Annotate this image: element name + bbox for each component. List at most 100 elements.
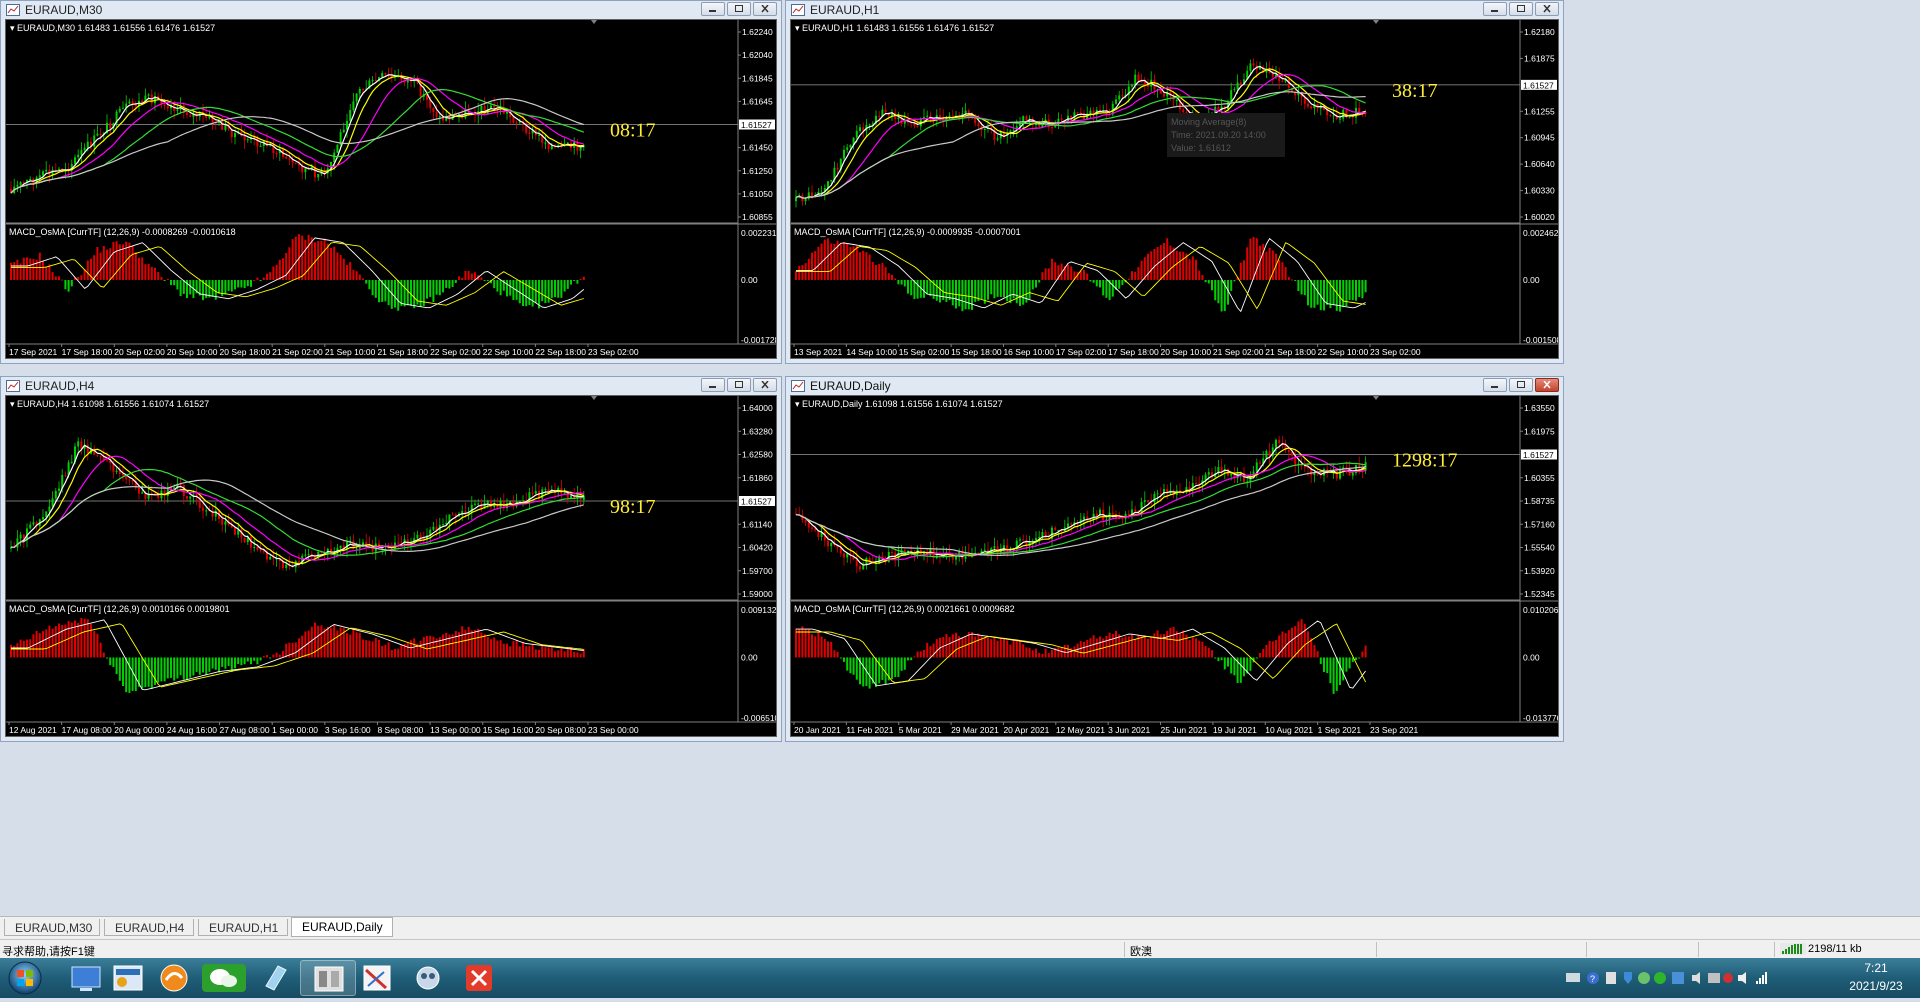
taskbar-app-paint[interactable] [350, 960, 406, 996]
close-button[interactable] [1535, 2, 1559, 16]
macd-bar [275, 652, 278, 658]
macd-bar [1137, 267, 1140, 280]
macd-bar [1188, 639, 1191, 658]
macd-bar [502, 643, 505, 658]
macd-bar [964, 636, 967, 658]
chart-area[interactable]: ▾ EURAUD,M30 1.61483 1.61556 1.61476 1.6… [5, 19, 777, 359]
macd-bar [122, 657, 124, 686]
window-titlebar[interactable]: EURAUD,H1 [786, 1, 1563, 19]
macd-bar [522, 641, 524, 658]
macd-bar [534, 649, 537, 658]
clock-date[interactable]: 2021/9/23 [1836, 979, 1916, 993]
macd-bar [13, 262, 16, 280]
price-label: 1.62180 [1524, 27, 1555, 37]
minimize-button[interactable] [1483, 2, 1507, 16]
current-price-label: 1.61527 [741, 497, 772, 507]
start-button[interactable] [5, 960, 45, 996]
candle-body [1236, 82, 1239, 90]
chart-area[interactable]: ▾ EURAUD,H1 1.61483 1.61556 1.61476 1.61… [790, 19, 1559, 359]
maximize-button[interactable] [1509, 378, 1533, 392]
tab-euraud-h1[interactable]: EURAUD,H1 [198, 919, 288, 936]
close-button[interactable] [1535, 378, 1559, 392]
window-titlebar[interactable]: EURAUD,M30 [1, 1, 781, 19]
minimize-button[interactable] [1483, 378, 1507, 392]
macd-bar [102, 245, 105, 280]
tab-euraud-m30[interactable]: EURAUD,M30 [4, 919, 100, 936]
maximize-button[interactable] [1509, 2, 1533, 16]
candle-body [878, 115, 881, 117]
ma-line-gray [795, 466, 1366, 556]
macd-bar [554, 279, 556, 298]
candle-body [221, 120, 224, 130]
macd-bar [1156, 630, 1159, 658]
taskbar-app-notes[interactable] [248, 960, 304, 996]
macd-bar [99, 642, 102, 658]
chart-area[interactable]: ▾ EURAUD,Daily 1.61098 1.61556 1.61074 1… [790, 395, 1559, 737]
price-label: 1.61860 [742, 473, 773, 483]
macd-bar [1124, 636, 1127, 658]
time-label: 20 Jan 2021 [794, 725, 841, 735]
macd-bar [1006, 279, 1009, 302]
minimize-button[interactable] [701, 378, 725, 392]
price-label: 1.60945 [1524, 133, 1555, 143]
close-button[interactable] [753, 2, 777, 16]
macd-bar [1127, 278, 1130, 280]
candle-body [205, 510, 208, 512]
maximize-button[interactable] [727, 2, 751, 16]
macd-bar [1092, 635, 1095, 658]
macd-bar [811, 252, 813, 280]
macd-bar [1313, 645, 1316, 658]
candle-body [1303, 466, 1306, 468]
macd-bar [1073, 646, 1076, 658]
taskbar-app-terminal[interactable] [300, 960, 356, 996]
macd-bar [1271, 641, 1274, 658]
candle-body [804, 198, 807, 202]
macd-bar [262, 277, 265, 280]
chart-window-m30[interactable]: EURAUD,M30 ▾ EURAUD,M30 1.61483 1.61556 … [0, 0, 782, 364]
macd-bar [99, 252, 102, 280]
macd-bar [830, 641, 833, 658]
minimize-button[interactable] [701, 2, 725, 16]
time-label: 12 May 2021 [1056, 725, 1105, 735]
macd-bar [1025, 647, 1028, 658]
macd-bar [1307, 631, 1309, 658]
window-titlebar[interactable]: EURAUD,Daily [786, 377, 1563, 395]
macd-bar [1118, 634, 1121, 658]
macd-bar [362, 278, 364, 280]
maximize-button[interactable] [727, 378, 751, 392]
candle-body [1265, 450, 1268, 459]
price-label: 1.62580 [742, 450, 773, 460]
chart-area[interactable]: ▾ EURAUD,H4 1.61098 1.61556 1.61074 1.61… [5, 395, 777, 737]
candle-body [234, 133, 236, 138]
macd-bar [1150, 251, 1153, 280]
macd-bar [1019, 279, 1021, 306]
macd-bar [1211, 279, 1213, 291]
chart-window-h1[interactable]: EURAUD,H1 ▾ EURAUD,H1 1.61483 1.61556 1.… [785, 0, 1564, 364]
taskbar-app-wechat[interactable] [196, 960, 252, 996]
macd-bar [240, 657, 243, 666]
macd-bar [474, 629, 476, 658]
candle-body [32, 522, 35, 525]
macd-bar [1067, 644, 1069, 658]
macd-bar [29, 639, 32, 658]
window-titlebar[interactable]: EURAUD,H4 [1, 377, 781, 395]
macd-bar [1121, 279, 1124, 285]
candle-body [1329, 115, 1332, 117]
chart-window-h4[interactable]: EURAUD,H4 ▾ EURAUD,H4 1.61098 1.61556 1.… [0, 376, 782, 742]
tab-euraud-daily[interactable]: EURAUD,Daily [291, 917, 393, 937]
macd-bar [317, 240, 320, 280]
clock-time[interactable]: 7:21 [1836, 961, 1916, 975]
macd-bar [926, 642, 929, 658]
macd-bar [131, 245, 134, 280]
taskbar-app-spy[interactable] [400, 960, 456, 996]
candle-body [1127, 513, 1130, 516]
taskbar-app-clock[interactable] [146, 960, 202, 996]
chart-window-daily[interactable]: EURAUD,Daily ▾ EURAUD,Daily 1.61098 1.61… [785, 376, 1564, 742]
time-label: 24 Aug 16:00 [167, 725, 217, 735]
taskbar-app-close[interactable] [452, 960, 508, 996]
tab-euraud-h4[interactable]: EURAUD,H4 [104, 919, 194, 936]
close-button[interactable] [753, 378, 777, 392]
chart-header: ▾ EURAUD,Daily 1.61098 1.61556 1.61074 1… [795, 399, 1003, 409]
candle-body [186, 496, 188, 499]
macd-bar [166, 657, 169, 679]
